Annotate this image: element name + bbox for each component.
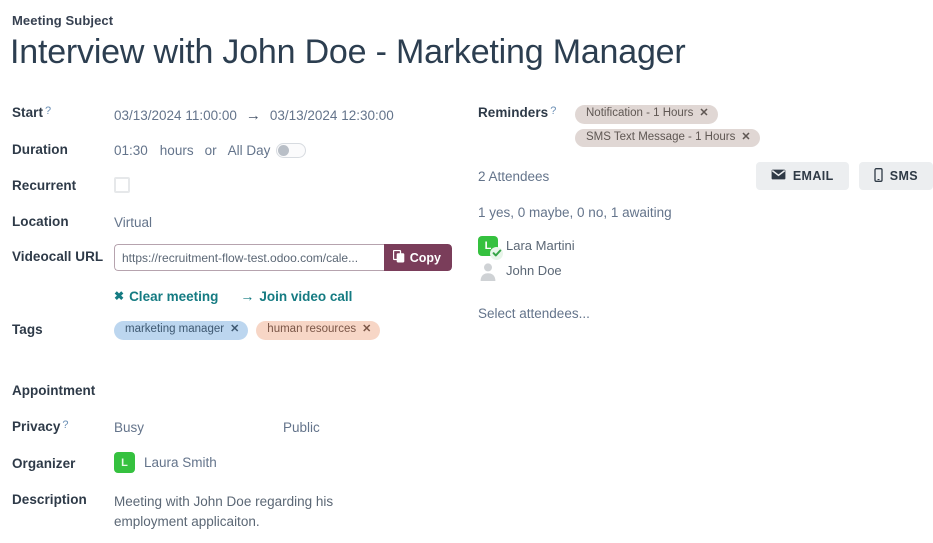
duration-value-wrap: 01:30 hours or All Day	[114, 143, 306, 158]
privacy-label-wrap: Privacy ?	[12, 419, 69, 434]
rsvp-summary: 1 yes, 0 maybe, 0 no, 1 awaiting	[478, 205, 672, 220]
meeting-link-row: ✖ Clear meeting → Join video call	[114, 288, 352, 304]
description-text: Meeting with John Doe regarding his empl…	[114, 492, 374, 531]
sms-button-label: SMS	[890, 169, 918, 183]
reminders-list: Notification - 1 Hours ✕ SMS Text Messag…	[575, 105, 760, 147]
recurrent-checkbox[interactable]	[114, 177, 130, 193]
arrow-right-icon: →	[240, 288, 254, 304]
copy-button-label: Copy	[410, 251, 441, 265]
reminders-label: Reminders	[478, 105, 548, 120]
tag-label: marketing manager	[125, 324, 224, 336]
recurrent-label-wrap: Recurrent	[12, 178, 76, 193]
reminder-label: SMS Text Message - 1 Hours	[586, 132, 735, 144]
reminder-label: Notification - 1 Hours	[586, 108, 693, 120]
meeting-detail-form: Meeting Subject Interview with John Doe …	[0, 0, 933, 543]
location-label: Location	[12, 214, 69, 229]
recurrent-value-wrap	[114, 177, 130, 193]
all-day-toggle[interactable]	[276, 143, 306, 158]
tag-chip[interactable]: marketing manager ✕	[114, 321, 248, 340]
organizer-name: Laura Smith	[144, 455, 217, 470]
appointment-section-heading: Appointment	[12, 383, 95, 398]
tag-chip[interactable]: human resources ✕	[256, 321, 380, 340]
description-value[interactable]: Meeting with John Doe regarding his empl…	[114, 492, 374, 531]
email-button-label: EMAIL	[793, 169, 834, 183]
ghost-user-avatar	[478, 261, 498, 281]
attendee-name: Lara Martini	[506, 238, 575, 253]
start-datetime[interactable]: 03/13/2024 11:00:00	[114, 108, 237, 123]
sms-button[interactable]: SMS	[859, 162, 933, 190]
privacy-show-as[interactable]: Busy	[114, 419, 144, 437]
list-item[interactable]: L Lara Martini	[478, 233, 575, 258]
videocall-url-label: Videocall URL	[12, 249, 103, 264]
duration-label-wrap: Duration	[12, 142, 68, 157]
page-title[interactable]: Interview with John Doe - Marketing Mana…	[10, 33, 685, 72]
organizer-value[interactable]: L Laura Smith	[114, 452, 217, 473]
start-label: Start	[12, 105, 43, 120]
avatar: L	[114, 452, 135, 473]
join-video-call-label: Join video call	[259, 289, 352, 304]
attendee-action-buttons: EMAIL SMS	[756, 162, 933, 190]
clear-meeting-link[interactable]: ✖ Clear meeting	[114, 289, 218, 304]
tag-remove-icon[interactable]: ✕	[230, 324, 239, 335]
duration-unit: hours	[160, 143, 194, 158]
close-x-icon: ✖	[114, 289, 124, 303]
envelope-icon	[771, 169, 786, 183]
duration-label: Duration	[12, 142, 68, 157]
videocall-url-input[interactable]	[114, 244, 384, 271]
accepted-check-icon	[490, 247, 503, 260]
start-label-wrap: Start ?	[12, 105, 51, 120]
tag-remove-icon[interactable]: ✕	[362, 324, 371, 335]
location-value-wrap: Virtual	[114, 215, 152, 230]
duration-value[interactable]: 01:30	[114, 143, 148, 158]
select-attendees-input[interactable]: Select attendees...	[478, 306, 590, 321]
description-label: Description	[12, 492, 87, 507]
clear-meeting-label: Clear meeting	[129, 289, 218, 304]
meeting-subject-label: Meeting Subject	[12, 13, 113, 28]
tags-label-wrap: Tags	[12, 322, 43, 337]
tags-label: Tags	[12, 322, 43, 337]
attendees-header: 2 Attendees EMAIL SMS	[478, 162, 933, 190]
start-value-wrap: 03/13/2024 11:00:00 → 03/13/2024 12:30:0…	[114, 107, 394, 124]
mobile-phone-icon	[874, 168, 883, 185]
privacy-label: Privacy	[12, 419, 60, 434]
reminders-label-wrap: Reminders ?	[478, 105, 556, 120]
tag-label: human resources	[267, 324, 356, 336]
privacy-visibility[interactable]: Public	[283, 419, 320, 437]
avatar: L	[478, 236, 498, 256]
all-day-label: All Day	[228, 143, 271, 158]
list-item[interactable]: John Doe	[478, 258, 575, 283]
organizer-label-wrap: Organizer	[12, 456, 75, 471]
attendee-name: John Doe	[506, 263, 562, 278]
videocall-label-wrap: Videocall URL	[12, 249, 103, 264]
description-label-wrap: Description	[12, 492, 87, 507]
reminder-chip[interactable]: Notification - 1 Hours ✕	[575, 105, 718, 124]
organizer-label: Organizer	[12, 456, 75, 471]
attendee-count: 2 Attendees	[478, 169, 549, 184]
location-label-wrap: Location	[12, 214, 69, 229]
attendee-list: L Lara Martini John Doe	[478, 233, 575, 283]
videocall-url-group: Copy	[114, 244, 452, 271]
duration-or-text: or	[205, 143, 217, 158]
reminder-remove-icon[interactable]: ✕	[741, 132, 750, 143]
start-help-icon[interactable]: ?	[45, 105, 51, 117]
reminders-help-icon[interactable]: ?	[550, 105, 556, 117]
join-video-call-link[interactable]: → Join video call	[240, 288, 352, 304]
copy-icon	[393, 250, 405, 266]
tags-list: marketing manager ✕ human resources ✕	[114, 321, 380, 340]
email-button[interactable]: EMAIL	[756, 162, 849, 190]
reminder-remove-icon[interactable]: ✕	[699, 108, 708, 119]
date-range-arrow-icon: →	[246, 107, 261, 124]
reminder-chip[interactable]: SMS Text Message - 1 Hours ✕	[575, 129, 760, 148]
copy-url-button[interactable]: Copy	[384, 244, 452, 271]
location-value[interactable]: Virtual	[114, 215, 152, 230]
privacy-help-icon[interactable]: ?	[62, 419, 68, 431]
stop-datetime[interactable]: 03/13/2024 12:30:00	[270, 108, 394, 123]
recurrent-label: Recurrent	[12, 178, 76, 193]
